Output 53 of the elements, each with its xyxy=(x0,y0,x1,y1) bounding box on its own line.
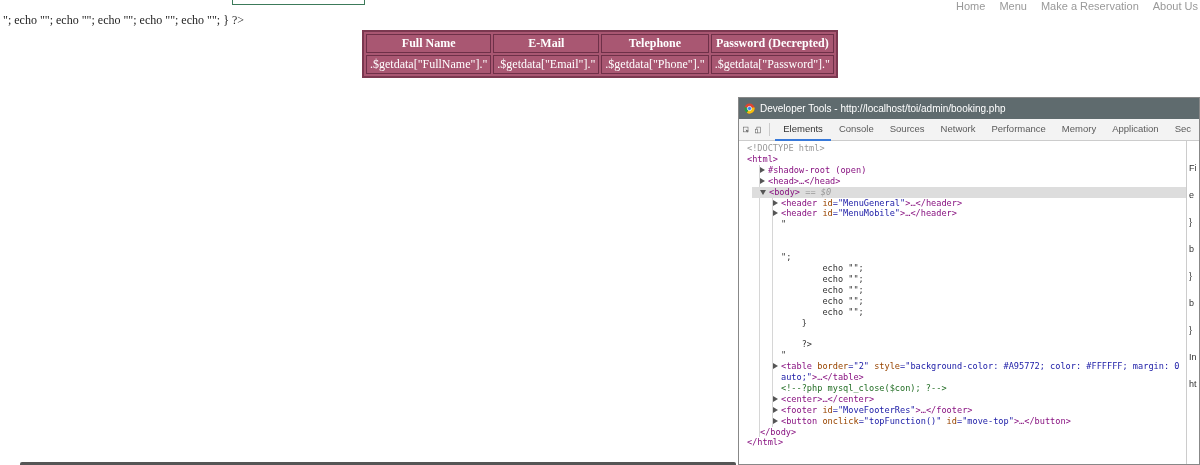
column-header: Password (Decrepted) xyxy=(710,34,834,53)
code-line[interactable]: #shadow-root (open) xyxy=(768,164,867,176)
table-cell: .$getdata["Password"]." xyxy=(710,55,834,74)
style-text: } xyxy=(1189,217,1193,227)
code-line[interactable]: <header id="MenuGeneral">…</header> xyxy=(781,197,963,209)
table-cell: .$getdata["Email"]." xyxy=(493,55,600,74)
code-line: <!DOCTYPE html> xyxy=(747,143,825,154)
table-cell: .$getdata["Phone"]." xyxy=(601,55,709,74)
expanded-triangle-icon[interactable] xyxy=(760,189,766,195)
code-line: <!--?php mysql_close($con); ?--> xyxy=(780,382,947,394)
inspect-icon[interactable] xyxy=(743,123,750,136)
style-text: b xyxy=(1189,298,1195,308)
code-line[interactable]: <button onclick="topFunction()" id="move-top">…</button> xyxy=(781,415,1071,427)
devtools-tab[interactable]: Sec xyxy=(1166,118,1199,141)
devtools-tab[interactable]: Sources xyxy=(881,118,933,141)
code-line[interactable]: <table border="2" style="background-color: #A95772; color: #FFFFFF; margin: 0 auto;">…</table> xyxy=(781,361,1186,383)
style-text: In xyxy=(1189,352,1198,362)
style-text: b xyxy=(1189,244,1195,254)
code-line: </html> xyxy=(747,437,784,449)
collapsed-triangle-icon[interactable] xyxy=(773,363,778,370)
collapsed-triangle-icon[interactable] xyxy=(773,210,778,217)
devtools-tab[interactable]: Application xyxy=(1104,118,1167,141)
device-icon[interactable] xyxy=(755,123,763,136)
window-title: Developer Tools - http://localhost/toi/admin/booking.php xyxy=(760,103,1006,114)
style-text: } xyxy=(1189,271,1193,281)
collapsed-triangle-icon[interactable] xyxy=(773,406,778,413)
devtools-tab[interactable]: Network xyxy=(932,118,984,141)
browser-logo-icon xyxy=(744,103,755,114)
code-line[interactable]: <head>…</head> xyxy=(768,175,841,187)
collapsed-triangle-icon[interactable] xyxy=(773,199,778,206)
collapsed-triangle-icon[interactable] xyxy=(773,395,778,402)
code-line[interactable]: <header id="MenuMobile">…</header> xyxy=(781,208,957,220)
code-line: </body> xyxy=(760,426,797,438)
style-text: } xyxy=(1189,325,1193,335)
style-text: ht xyxy=(1189,379,1198,389)
code-text: " "; echo ""; echo ""; echo ""; echo ""; echo ""; } ?> " xyxy=(780,219,864,362)
devtools-tab[interactable]: Console xyxy=(830,118,882,141)
code-line[interactable]: <center>…</center> xyxy=(781,393,875,405)
column-header: Full Name xyxy=(366,34,492,53)
column-header: Telephone xyxy=(601,34,709,53)
code-line[interactable]: <footer id="MoveFooterRes">…</footer> xyxy=(781,404,973,416)
devtools-tab[interactable]: Performance xyxy=(983,118,1054,141)
code-line: <html> xyxy=(747,153,779,165)
stray-code-text: "; echo ""; echo ""; echo ""; echo ""; echo ""; } ?> xyxy=(2,13,245,27)
table-cell: .$getdata["FullName"]." xyxy=(366,55,492,74)
devtools-tab[interactable]: Elements xyxy=(775,118,831,141)
collapsed-triangle-icon[interactable] xyxy=(760,166,765,173)
style-text: e xyxy=(1189,190,1195,200)
devtools-tab[interactable]: Memory xyxy=(1053,118,1105,141)
style-text: Fi xyxy=(1189,163,1198,173)
column-header: E-Mail xyxy=(493,34,600,53)
collapsed-triangle-icon[interactable] xyxy=(773,417,778,424)
code-line[interactable]: <body> == $0 xyxy=(769,186,832,198)
